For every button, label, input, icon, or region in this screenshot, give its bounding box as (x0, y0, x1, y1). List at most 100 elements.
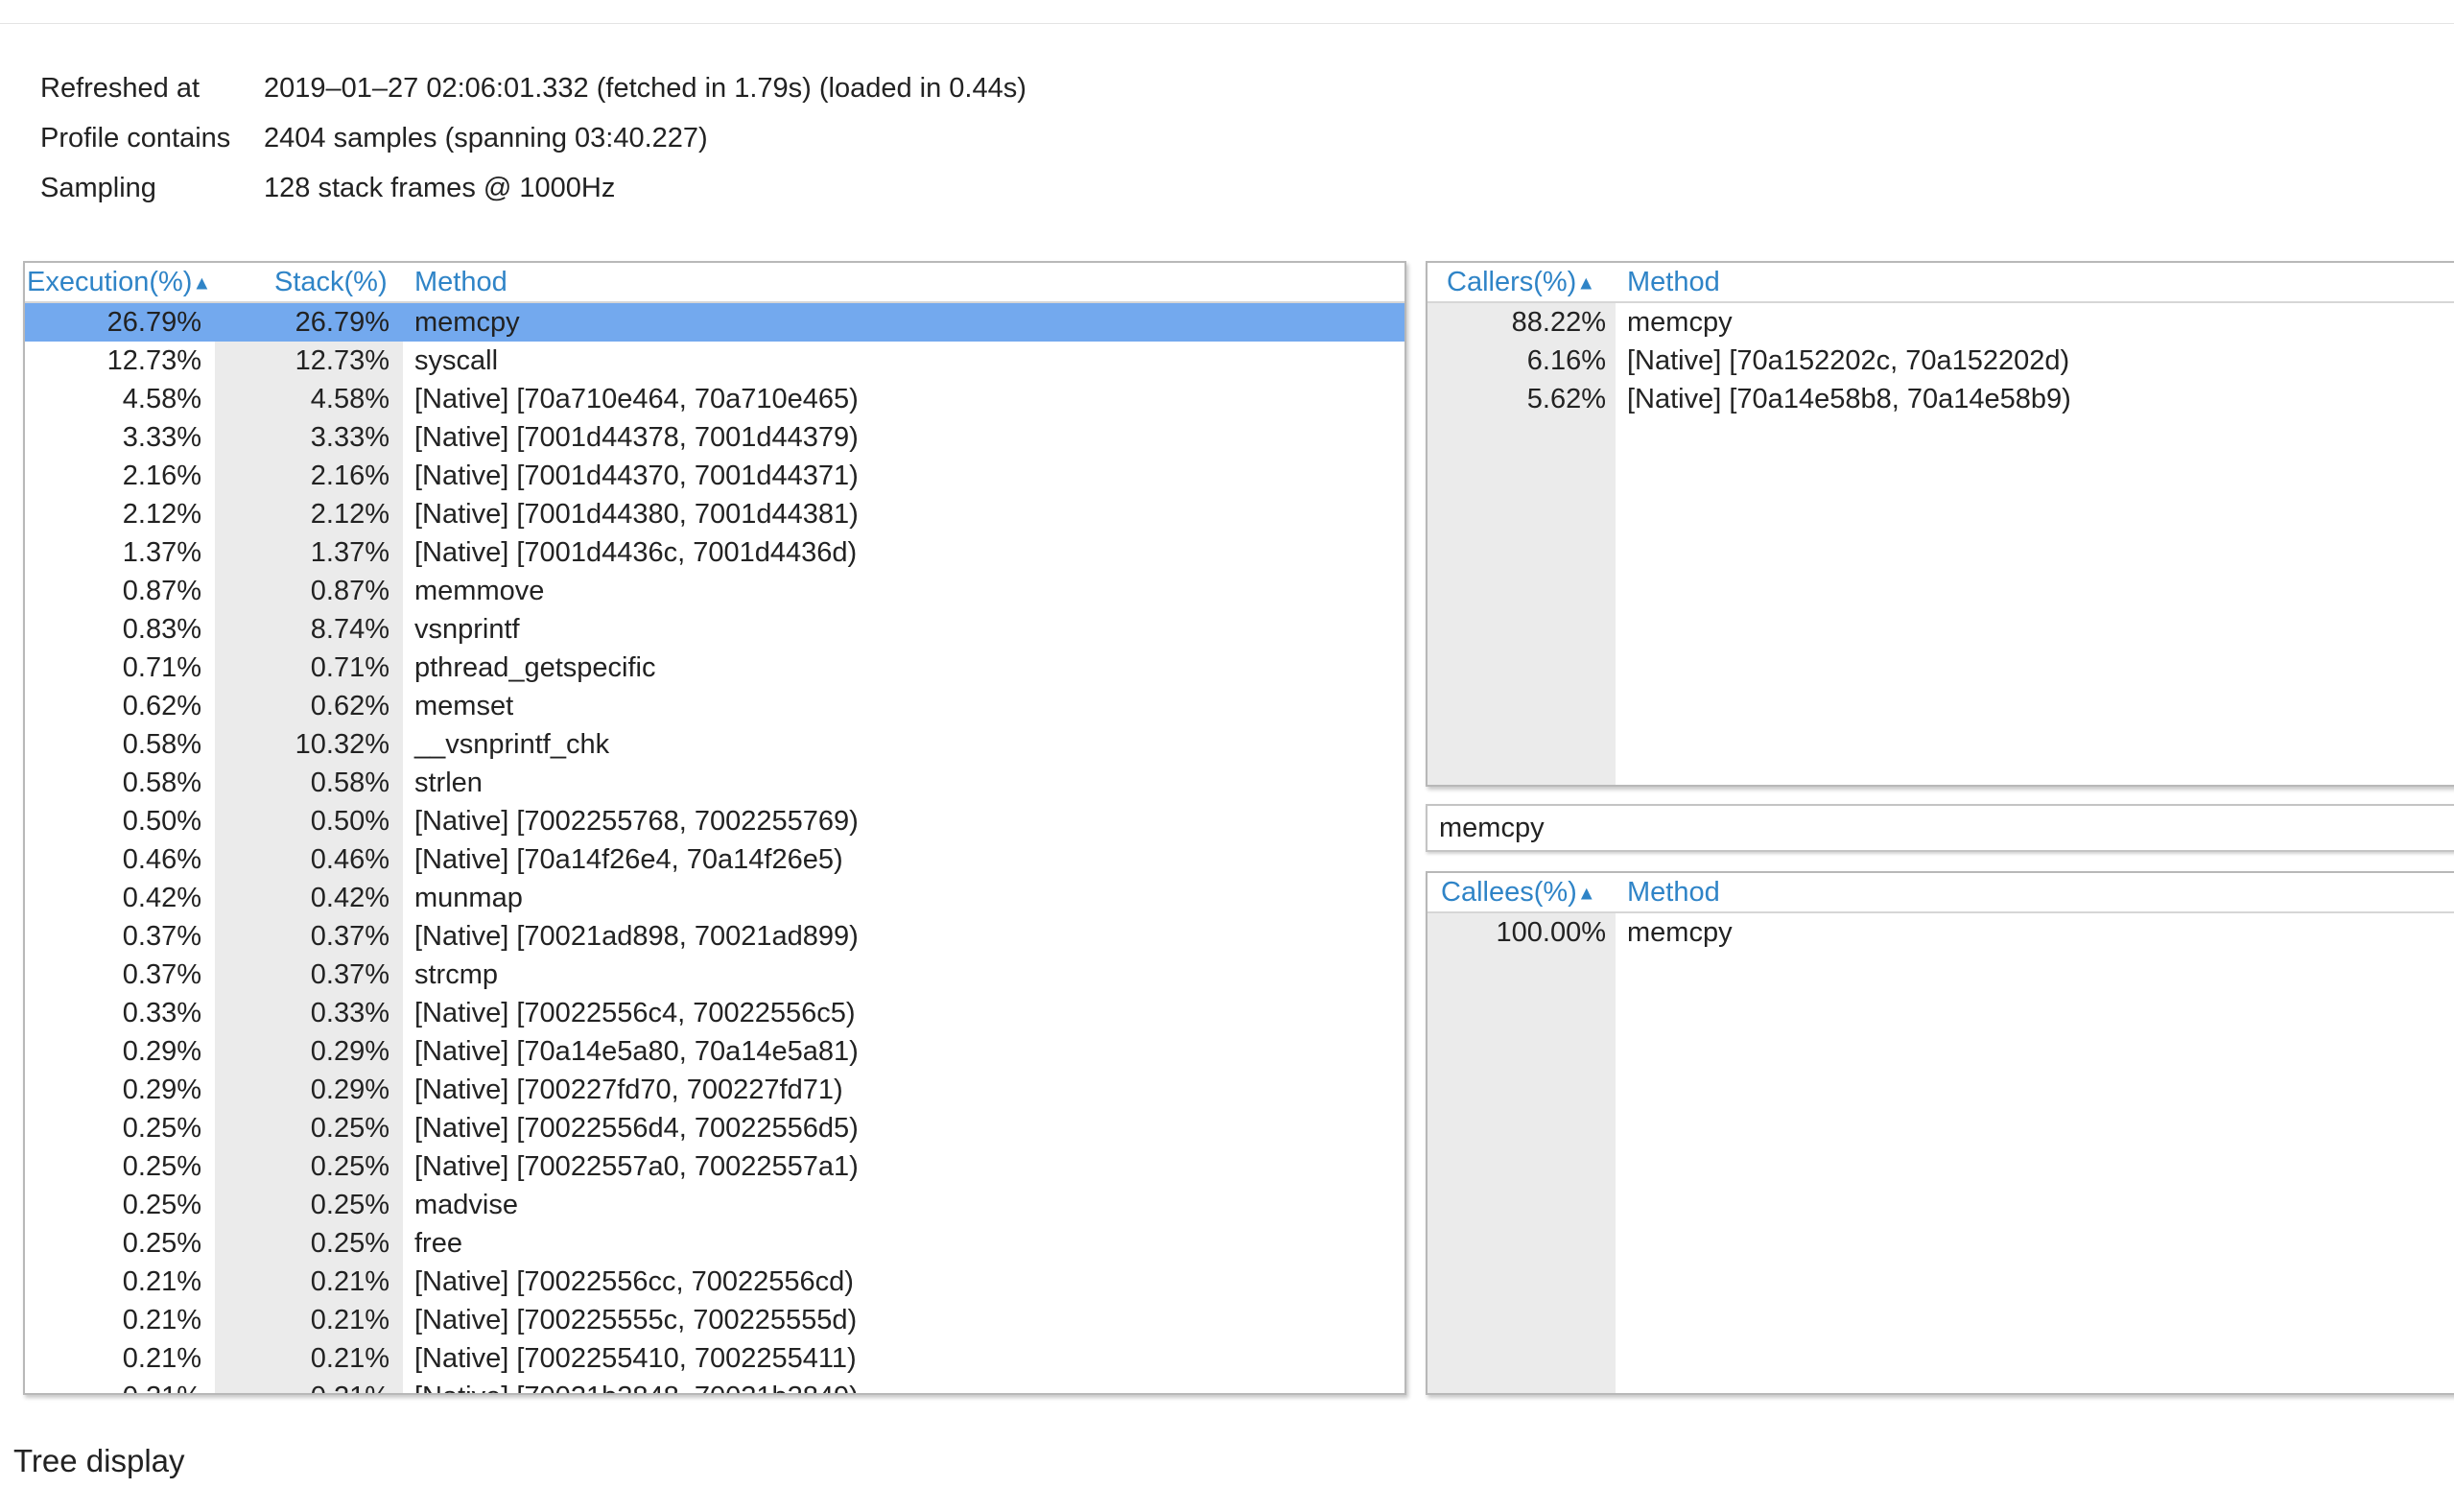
table-row[interactable]: 0.58% 0.58% strlen (25, 764, 1404, 802)
execution-column-header[interactable]: Execution(%)▲ (27, 263, 211, 302)
execution-percent: 0.87% (122, 576, 201, 606)
stack-column-header[interactable]: Stack(%) (274, 263, 388, 301)
table-row[interactable]: 0.29% 0.29% [Native] [700227fd70, 700227fd… (25, 1071, 1404, 1109)
table-row[interactable]: 0.37% 0.37% [Native] [70021ad898, 70021ad8… (25, 917, 1404, 956)
execution-percent: 0.25% (122, 1228, 201, 1259)
table-row[interactable]: 0.46% 0.46% [Native] [70a14f26e4, 70a14f26… (25, 840, 1404, 879)
method-name: [Native] [70022556cc, 70022556cd) (414, 1266, 854, 1297)
stack-percent: 0.25% (310, 1228, 389, 1259)
method-filter-input[interactable]: memcpy (1426, 804, 2454, 852)
method-name: [Native] [70022556d4, 70022556d5) (414, 1113, 859, 1144)
stack-percent: 0.71% (310, 652, 389, 683)
stack-percent: 0.21% (310, 1305, 389, 1335)
stack-percent: 26.79% (295, 307, 389, 338)
refreshed-label: Refreshed at (40, 73, 201, 104)
table-row[interactable]: 0.33% 0.33% [Native] [70022556c4, 70022556… (25, 994, 1404, 1032)
table-row[interactable]: 0.21% 0.21% [Native] [70022556cc, 70022556… (25, 1263, 1404, 1301)
table-row[interactable]: 5.62% [Native] [70a14e58b8, 70a14e58b9) (1428, 380, 2454, 418)
method-column-header[interactable]: Method (414, 263, 507, 301)
tree-display-label[interactable]: Tree display (13, 1443, 185, 1479)
callees-table-body: 100.00% memcpy (1428, 913, 2454, 1393)
callees-method-column-header[interactable]: Method (1627, 873, 1720, 911)
sampling-value: 128 stack frames @ 1000Hz (264, 173, 616, 203)
table-row[interactable]: 2.12% 2.12% [Native] [7001d44380, 7001d443… (25, 495, 1404, 533)
stack-percent: 0.42% (310, 883, 389, 913)
method-name: memset (414, 691, 514, 721)
execution-percent: 12.73% (106, 345, 201, 376)
method-name: strcmp (414, 959, 498, 990)
execution-percent: 0.42% (122, 883, 201, 913)
table-row[interactable]: 26.79% 26.79% memcpy (25, 303, 1404, 342)
execution-percent: 1.37% (122, 537, 201, 568)
callees-column-header[interactable]: Callees(%)▲ (1441, 873, 1596, 912)
methods-table-body: 26.79% 26.79% memcpy 12.73% 12.73% syscall 4.5… (25, 303, 1404, 1393)
sort-ascending-icon: ▲ (1576, 883, 1596, 905)
table-row[interactable]: 1.37% 1.37% [Native] [7001d4436c, 7001d443… (25, 533, 1404, 572)
sampling-label: Sampling (40, 173, 156, 203)
table-row[interactable]: 0.42% 0.42% munmap (25, 879, 1404, 917)
table-row[interactable]: 0.58% 10.32% __vsnprintf_chk (25, 725, 1404, 764)
table-row[interactable]: 0.25% 0.25% [Native] [70022557a0, 70022557… (25, 1147, 1404, 1186)
table-row[interactable]: 0.83% 8.74% vsnprintf (25, 610, 1404, 649)
execution-percent: 0.62% (122, 691, 201, 721)
method-name: [Native] [70022556c4, 70022556c5) (414, 998, 856, 1028)
table-row[interactable]: 0.29% 0.29% [Native] [70a14e5a80, 70a14e5a… (25, 1032, 1404, 1071)
method-name: [Native] [70021b2848, 70021b2849) (414, 1378, 859, 1393)
stack-percent: 0.87% (310, 576, 389, 606)
method-name: [Native] [7001d44380, 7001d44381) (414, 499, 859, 530)
callers-table[interactable]: Callers(%)▲ Method 88.22% memcpy 6.16% [Nat… (1426, 261, 2454, 787)
execution-percent: 0.33% (122, 998, 201, 1028)
stack-percent: 0.46% (310, 844, 389, 875)
table-row[interactable]: 3.33% 3.33% [Native] [7001d44378, 7001d443… (25, 418, 1404, 457)
stack-percent: 0.25% (310, 1190, 389, 1220)
stack-percent: 0.21% (310, 1343, 389, 1374)
table-row[interactable]: 0.50% 0.50% [Native] [7002255768, 70022557… (25, 802, 1404, 840)
table-row[interactable]: 0.25% 0.25% madvise (25, 1186, 1404, 1224)
callers-column-header[interactable]: Callers(%)▲ (1447, 263, 1595, 302)
execution-percent: 0.58% (122, 729, 201, 760)
table-row[interactable]: 0.25% 0.25% [Native] [70022556d4, 70022556… (25, 1109, 1404, 1147)
callees-table[interactable]: Callees(%)▲ Method 100.00% memcpy (1426, 871, 2454, 1395)
method-name: vsnprintf (414, 614, 520, 645)
table-row[interactable]: 2.16% 2.16% [Native] [7001d44370, 7001d443… (25, 457, 1404, 495)
table-row[interactable]: 0.87% 0.87% memmove (25, 572, 1404, 610)
stack-percent: 0.25% (310, 1113, 389, 1144)
table-row[interactable]: 0.21% 0.21% [Native] [700225555c, 70022555… (25, 1301, 1404, 1339)
stack-percent: 0.33% (310, 998, 389, 1028)
table-row[interactable]: 0.21% 0.21% [Native] [70021b2848, 70021b28… (25, 1378, 1404, 1393)
table-row[interactable]: 88.22% memcpy (1428, 303, 2454, 342)
method-name: [Native] [700225555c, 700225555d) (414, 1305, 858, 1335)
methods-table[interactable]: Execution(%)▲ Stack(%) Method 26.79% 26.7… (23, 261, 1406, 1395)
profile-row: Profile contains 2404 samples (spanning … (40, 117, 1026, 167)
method-name: [Native] [7001d4436c, 7001d4436d) (414, 537, 858, 568)
percent-value: 100.00% (1496, 917, 1607, 948)
execution-percent: 0.21% (122, 1305, 201, 1335)
profile-label: Profile contains (40, 123, 231, 154)
method-name: pthread_getspecific (414, 652, 656, 683)
method-name: [Native] [7001d44378, 7001d44379) (414, 422, 859, 453)
table-row[interactable]: 0.21% 0.21% [Native] [7002255410, 70022554… (25, 1339, 1404, 1378)
execution-percent: 0.29% (122, 1075, 201, 1105)
refreshed-row: Refreshed at 2019–01–27 02:06:01.332 (fe… (40, 67, 1026, 117)
stack-percent: 0.29% (310, 1075, 389, 1105)
table-row[interactable]: 12.73% 12.73% syscall (25, 342, 1404, 380)
method-name: [Native] [70022557a0, 70022557a1) (414, 1151, 859, 1182)
stack-percent: 4.58% (310, 384, 389, 414)
stack-percent: 0.29% (310, 1036, 389, 1067)
table-row[interactable]: 100.00% memcpy (1428, 913, 2454, 952)
percent-column-shade (1428, 913, 1616, 1393)
execution-percent: 2.12% (122, 499, 201, 530)
execution-percent: 26.79% (106, 307, 201, 338)
table-row[interactable]: 4.58% 4.58% [Native] [70a710e464, 70a710e4… (25, 380, 1404, 418)
table-row[interactable]: 0.25% 0.25% free (25, 1224, 1404, 1263)
stack-percent: 0.37% (310, 959, 389, 990)
table-row[interactable]: 6.16% [Native] [70a152202c, 70a152202d) (1428, 342, 2454, 380)
method-name: [Native] [700227fd70, 700227fd71) (414, 1075, 843, 1105)
refreshed-value: 2019–01–27 02:06:01.332 (fetched in 1.79… (264, 73, 1026, 104)
table-row[interactable]: 0.37% 0.37% strcmp (25, 956, 1404, 994)
profile-info: Refreshed at 2019–01–27 02:06:01.332 (fe… (40, 67, 1026, 217)
callers-method-column-header[interactable]: Method (1627, 263, 1720, 301)
table-row[interactable]: 0.62% 0.62% memset (25, 687, 1404, 725)
execution-percent: 0.21% (122, 1266, 201, 1297)
table-row[interactable]: 0.71% 0.71% pthread_getspecific (25, 649, 1404, 687)
